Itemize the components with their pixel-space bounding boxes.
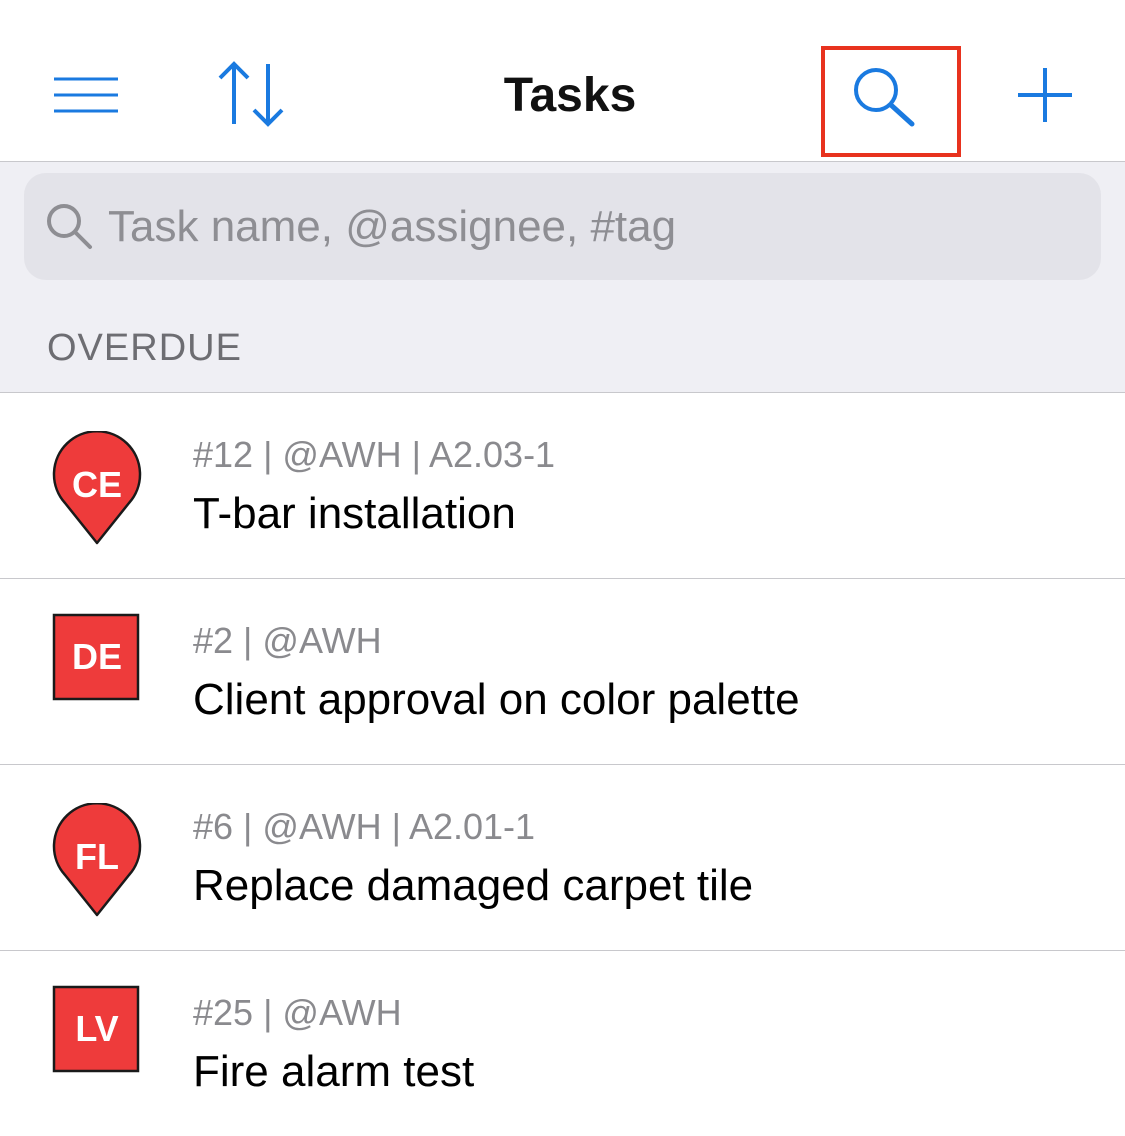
search-highlight-box — [821, 46, 961, 157]
task-name: Fire alarm test — [193, 1047, 475, 1096]
navigation-bar: Tasks — [0, 0, 1125, 162]
search-field[interactable] — [24, 173, 1101, 280]
task-marker-pin: CE — [52, 430, 142, 551]
task-marker-label: CE — [71, 464, 122, 505]
task-marker-label: LV — [75, 1008, 119, 1049]
task-name: Client approval on color palette — [193, 675, 800, 724]
section-header-overdue: OVERDUE — [47, 327, 242, 369]
task-row[interactable]: CE #12 | @AWH | A2.03-1 T-bar installati… — [0, 393, 1125, 579]
plus-icon[interactable] — [1016, 66, 1074, 124]
task-row[interactable]: DE #2 | @AWH Client approval on color pa… — [0, 579, 1125, 765]
task-meta: #25 | @AWH — [193, 992, 402, 1033]
task-marker-label: FL — [75, 836, 119, 877]
task-list: CE #12 | @AWH | A2.03-1 T-bar installati… — [0, 393, 1125, 1136]
task-marker-square: LV — [52, 985, 142, 1105]
task-name: Replace damaged carpet tile — [193, 861, 754, 910]
task-marker-square: DE — [52, 613, 142, 733]
task-meta: #6 | @AWH | A2.01-1 — [193, 806, 536, 847]
task-meta: #12 | @AWH | A2.03-1 — [193, 434, 556, 475]
search-field-icon — [47, 204, 92, 249]
search-area: OVERDUE — [0, 162, 1125, 393]
task-marker-pin: FL — [52, 802, 142, 923]
task-meta: #2 | @AWH — [193, 620, 382, 661]
task-marker-label: DE — [71, 636, 122, 677]
task-row[interactable]: LV #25 | @AWH Fire alarm test — [0, 951, 1125, 1136]
task-row[interactable]: FL #6 | @AWH | A2.01-1 Replace damaged c… — [0, 765, 1125, 951]
search-input[interactable] — [106, 173, 1068, 280]
task-name: T-bar installation — [193, 489, 516, 538]
